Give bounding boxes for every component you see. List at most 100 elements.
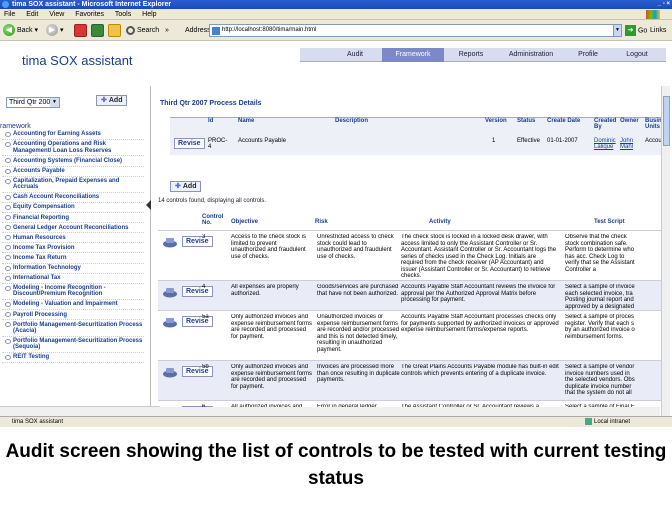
collapse-sidebar-icon[interactable] — [146, 200, 151, 210]
main-horizontal-scrollbar[interactable] — [160, 407, 660, 416]
sidebar-item-label: Payroll Processing — [13, 311, 68, 318]
sidebar-item[interactable]: Human Resources — [2, 233, 144, 244]
test-status-icon[interactable] — [162, 287, 178, 298]
back-button[interactable]: ◀ Back ▾ — [3, 24, 38, 37]
sidebar-item[interactable]: Income Tax Return — [2, 253, 144, 264]
process-created-by-link[interactable]: Dominic Lalique — [594, 138, 618, 150]
address-dropdown-icon[interactable]: ▼ — [613, 24, 622, 37]
window-controls[interactable]: _ ▫ × — [658, 0, 670, 9]
sidebar-item[interactable]: Cash Account Reconciliations — [2, 193, 144, 204]
test-status-icon[interactable] — [162, 317, 178, 328]
app-title: tima SOX assistant — [22, 53, 133, 68]
stop-icon[interactable] — [74, 24, 87, 37]
slide-caption: Audit screen showing the list of control… — [5, 441, 667, 489]
control-risk: Invoices are processed more than once re… — [317, 364, 400, 383]
forward-arrow-icon: ▶ — [46, 24, 58, 37]
sidebar-horizontal-scrollbar[interactable] — [0, 406, 160, 416]
sidebar-item[interactable]: Accounts Payable — [2, 167, 144, 177]
sidebar-item[interactable]: Information Technology — [2, 264, 144, 274]
search-button[interactable]: Search — [126, 24, 159, 37]
tab-logout[interactable]: Logout — [614, 48, 660, 62]
col-owner: Owner — [620, 118, 639, 124]
menu-view[interactable]: View — [49, 11, 64, 18]
back-arrow-icon: ◀ — [3, 24, 15, 37]
sidebar-item[interactable]: Financial Reporting — [2, 213, 144, 224]
quarter-select[interactable]: Third Qtr 2007 ▼ — [6, 97, 60, 108]
test-status-icon[interactable] — [162, 367, 178, 378]
toolbar-more-chevron[interactable]: » — [165, 24, 169, 37]
control-risk: Unrestricted access to check stock could… — [317, 234, 394, 260]
control-activity: Accounts Payable Staff Accountant review… — [401, 284, 556, 303]
menu-favorites[interactable]: Favorites — [75, 11, 104, 18]
framework-bullet-icon — [5, 354, 11, 360]
sidebar-item[interactable]: Income Tax Provision — [2, 243, 144, 254]
vertical-scrollbar[interactable] — [661, 86, 670, 416]
sidebar-item-label: Portfolio Management-Securitization Proc… — [13, 337, 143, 351]
window-titlebar: tima SOX assistant - Microsoft Internet … — [0, 0, 672, 9]
control-test: Observe that the check stock combination… — [565, 234, 635, 273]
sidebar-item[interactable]: Accounting Systems (Financial Close) — [2, 156, 144, 167]
sidebar-item-label: Cash Account Reconciliations — [13, 194, 100, 201]
col-version: Version — [485, 118, 507, 124]
framework-bullet-icon — [5, 158, 11, 164]
sidebar-item[interactable]: General Ledger Account Reconciliations — [2, 223, 144, 234]
search-icon — [126, 25, 135, 35]
table-row: Revise 5b Only authorized invoices and exp… — [158, 360, 668, 400]
quarter-value: Third Qtr 2007 — [9, 99, 55, 106]
sidebar-item[interactable]: Modeling - Valuation and Impairment — [2, 300, 144, 311]
menu-tools[interactable]: Tools — [115, 11, 131, 18]
sidebar-item[interactable]: Accounting for Earning Assets — [2, 130, 144, 141]
framework-bullet-icon — [5, 205, 11, 211]
process-owner-link[interactable]: John Mahl — [620, 138, 638, 150]
sidebar-item[interactable]: International Tax — [2, 274, 144, 284]
sidebar-item[interactable]: Payroll Processing — [2, 310, 144, 321]
framework-bullet-icon — [5, 245, 11, 251]
links-button[interactable]: Links — [650, 27, 666, 34]
sidebar-item[interactable]: Accounting Operations and Risk Managemen… — [2, 140, 144, 157]
control-no: 5b — [202, 364, 209, 370]
home-icon[interactable] — [108, 24, 121, 37]
framework-bullet-icon — [5, 178, 11, 184]
test-status-icon[interactable] — [162, 237, 178, 248]
sidebar-divider — [150, 86, 151, 416]
sidebar-item[interactable]: Equity Compensation — [2, 203, 144, 214]
sidebar-item[interactable]: Portfolio Management-Securitization Proc… — [2, 320, 144, 337]
forward-button[interactable]: ▶ ▾ — [46, 24, 63, 37]
process-table: Id Name Description Version Status Creat… — [170, 117, 668, 155]
tab-framework[interactable]: Framework — [382, 48, 444, 62]
menu-edit[interactable]: Edit — [26, 11, 38, 18]
framework-bullet-icon — [5, 235, 11, 241]
framework-bullet-icon — [5, 322, 11, 328]
menu-file[interactable]: File — [4, 11, 15, 18]
tab-administration[interactable]: Administration — [498, 48, 564, 62]
scroll-thumb[interactable] — [663, 96, 670, 146]
framework-bullet-icon — [5, 265, 11, 271]
revise-process-button[interactable]: Revise — [174, 138, 205, 149]
refresh-icon[interactable] — [91, 24, 104, 37]
framework-list: Accounting for Earning Assets Accounting … — [2, 130, 144, 364]
sidebar-item[interactable]: Portfolio Management-Securitization Proc… — [2, 337, 144, 353]
framework-bullet-icon — [5, 312, 11, 318]
tab-reports[interactable]: Reports — [446, 48, 496, 62]
intranet-icon — [585, 417, 592, 425]
control-test: Select a sample of proces register. Veri… — [565, 314, 635, 340]
address-input[interactable]: http://localhost:8080/tima/main.html — [209, 24, 614, 37]
framework-bullet-icon — [5, 168, 11, 174]
add-control-label: Add — [182, 183, 197, 190]
tab-profile[interactable]: Profile — [568, 48, 608, 62]
status-bar: tima SOX assistant Local intranet — [0, 416, 672, 427]
framework-heading: ramework — [0, 123, 31, 130]
sidebar-item[interactable]: Capitalization, Prepaid Expenses and Acc… — [2, 177, 144, 193]
sidebar-item-label: Accounts Payable — [13, 167, 65, 174]
menu-help[interactable]: Help — [142, 11, 156, 18]
sidebar-item-label: Portfolio Management-Securitization Proc… — [13, 321, 143, 334]
window-title: tima SOX assistant - Microsoft Internet … — [12, 1, 172, 8]
sidebar-item[interactable]: REIT Testing — [2, 353, 144, 364]
go-button[interactable]: ➜ Go — [625, 25, 647, 36]
col-risk: Risk — [315, 219, 328, 225]
add-control-button[interactable]: ✚ Add — [170, 181, 202, 192]
sidebar-item[interactable]: Modeling - Income Recognition - Discount… — [2, 284, 144, 301]
add-framework-button[interactable]: ✚ Add — [96, 95, 128, 106]
tab-audit[interactable]: Audit — [330, 48, 380, 62]
main-nav: Audit Framework Reports Administration P… — [300, 48, 666, 62]
